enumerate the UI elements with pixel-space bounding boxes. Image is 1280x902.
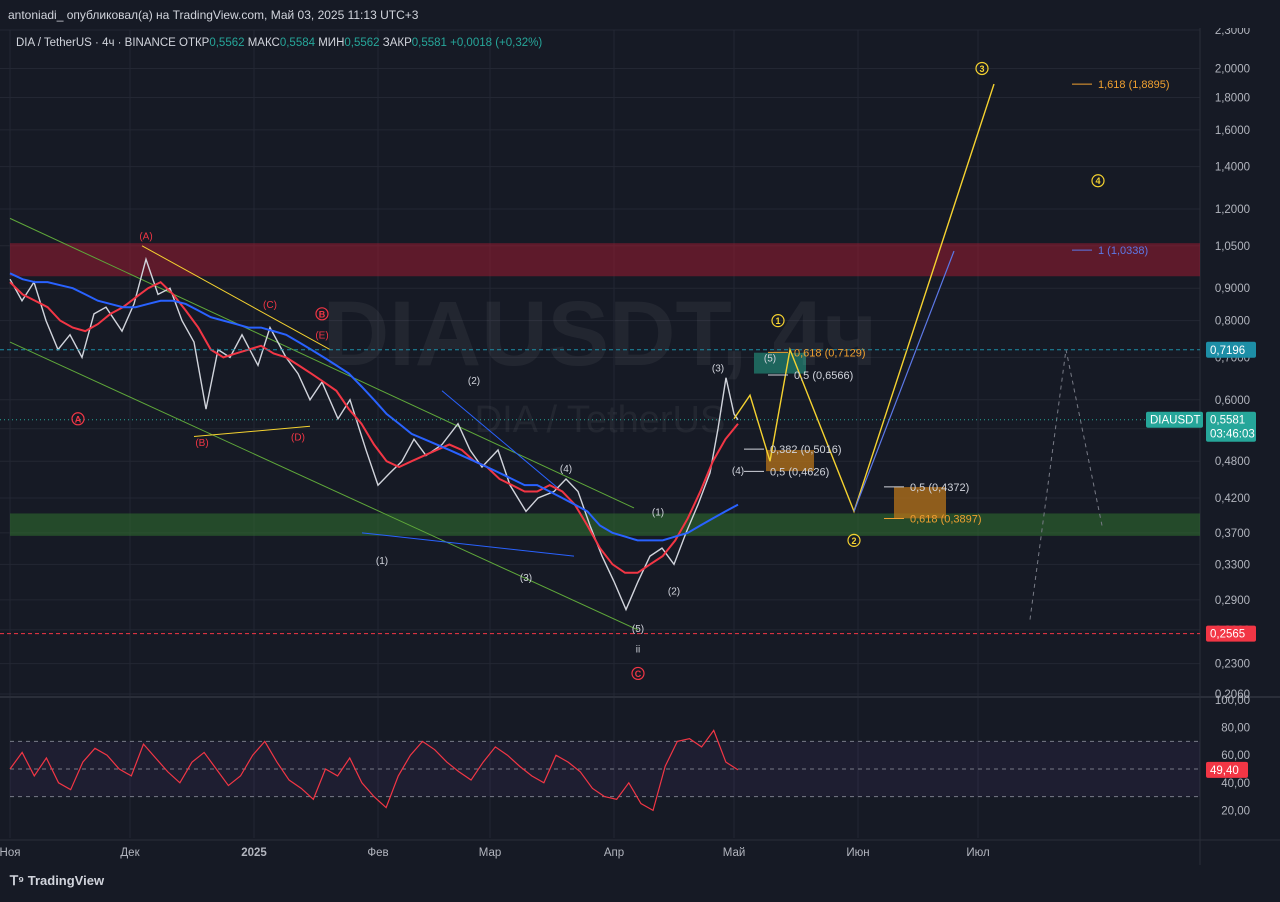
- y-tick-label: 0,3700: [1215, 528, 1250, 540]
- y-tick-label: 0,9000: [1215, 283, 1250, 295]
- wave-label: (3): [712, 363, 724, 374]
- y-tick-label: 1,8000: [1215, 92, 1250, 104]
- y-tick-label: 2,0000: [1215, 63, 1250, 75]
- wave-label: A: [75, 414, 82, 424]
- wave-label: (3): [520, 573, 532, 584]
- countdown-label: 03:46:03: [1210, 429, 1255, 441]
- y-tick-label: 0,6000: [1215, 395, 1250, 407]
- wave-label: B: [319, 309, 326, 319]
- legend-part: 0,5562: [344, 37, 382, 49]
- legend-part: МИН: [318, 37, 344, 49]
- fib-level-label: 0,618 (0,7129): [794, 347, 866, 359]
- legend-part: ОТКР: [179, 37, 210, 49]
- legend-part: +0,0018 (+0,32%): [450, 37, 542, 49]
- x-tick-label: Май: [723, 847, 746, 859]
- wave-label: (4): [732, 466, 744, 477]
- price-chart-svg[interactable]: DIAUSDT, 4чDIA / TetherUS0,618 (0,7129)0…: [0, 0, 1280, 897]
- tradingview-logo[interactable]: ꓔ⁹ TradingView: [10, 873, 104, 889]
- wave-label: 2: [851, 536, 856, 546]
- y-tick-label: 0,4200: [1215, 493, 1250, 505]
- legend-part: DIA / TetherUS · 4ч · BINANCE: [16, 37, 179, 49]
- wave-label: C: [635, 669, 642, 679]
- wave-label: (1): [376, 556, 388, 567]
- x-tick-label: Ноя: [0, 847, 20, 859]
- support-zone: [10, 513, 1200, 536]
- wave-label: (C): [263, 300, 277, 311]
- legend-part: ЗАКР: [383, 37, 412, 49]
- y-tick-label: 1,0500: [1215, 241, 1250, 253]
- y-tick-label: 0,4800: [1215, 456, 1250, 468]
- y-tick-label: 0,8000: [1215, 316, 1250, 328]
- publisher-bar: antoniadi_ опубликовал(а) на TradingView…: [0, 0, 1280, 28]
- wave-label: (A): [139, 232, 152, 243]
- y-tick-label: 1,4000: [1215, 162, 1250, 174]
- y-tick-label: 1,2000: [1215, 204, 1250, 216]
- plot-background: [0, 28, 1280, 865]
- publisher-text: antoniadi_ опубликовал(а) на TradingView…: [8, 8, 419, 22]
- rsi-tick-label: 80,00: [1221, 723, 1250, 735]
- wave-label: (2): [668, 587, 680, 598]
- x-tick-label: Апр: [604, 847, 624, 859]
- rsi-tick-label: 100,00: [1215, 695, 1250, 707]
- fib-level-label: 1,618 (1,8895): [1098, 79, 1170, 91]
- x-tick-label: Мар: [479, 847, 502, 859]
- fib-level-label: 0,382 (0,5016): [770, 444, 842, 456]
- legend-part: 0,5581: [412, 37, 450, 49]
- x-tick-label: Июн: [846, 847, 869, 859]
- wave-label: 1: [775, 316, 780, 326]
- tradingview-icon: ꓔ⁹: [10, 873, 28, 888]
- wave-label: 4: [1095, 176, 1100, 186]
- wave-label: (4): [560, 464, 572, 475]
- rsi-value-label: 49,40: [1210, 765, 1239, 777]
- rsi-tick-label: 20,00: [1221, 805, 1250, 817]
- fib-level-label: 1 (1,0338): [1098, 245, 1148, 257]
- fib-level-label: 0,5 (0,4372): [910, 482, 969, 494]
- x-tick-label: Июл: [966, 847, 989, 859]
- rsi-tick-label: 40,00: [1221, 778, 1250, 790]
- rsi-tick-label: 60,00: [1221, 750, 1250, 762]
- price-tag-label: 0,2565: [1210, 629, 1245, 641]
- x-tick-label: 2025: [241, 847, 267, 859]
- ohlc-legend: DIA / TetherUS · 4ч · BINANCE ОТКР0,5562…: [16, 37, 542, 49]
- x-tick-label: Фев: [367, 847, 388, 859]
- price-tag-label: 0,5581: [1210, 415, 1245, 427]
- wave-label: (5): [764, 353, 776, 364]
- legend-part: 0,5584: [280, 37, 318, 49]
- wave-label: (2): [468, 376, 480, 387]
- wave-label: ii: [636, 645, 640, 656]
- wave-label: (D): [291, 433, 305, 444]
- wave-label: (B): [195, 438, 208, 449]
- y-tick-label: 1,6000: [1215, 125, 1250, 137]
- wave-label: (5): [632, 624, 644, 635]
- fib-level-label: 0,5 (0,4626): [770, 466, 829, 478]
- wave-label: (E): [315, 331, 328, 342]
- legend-part: 0,5562: [209, 37, 247, 49]
- footer: ꓔ⁹ TradingView: [0, 865, 1280, 897]
- x-tick-label: Дек: [120, 847, 140, 859]
- brand-name: TradingView: [27, 873, 105, 888]
- legend-part: МАКС: [248, 37, 280, 49]
- wave-label: 3: [979, 64, 984, 74]
- wave-label: (1): [652, 507, 664, 518]
- chart-area[interactable]: DIAUSDT, 4ч DIA / TetherUS 0,618 (0,7129) 0…: [0, 0, 1280, 897]
- y-tick-label: 0,3300: [1215, 559, 1250, 571]
- fib-level-label: 0,5 (0,6566): [794, 370, 853, 382]
- y-tick-label: 0,2300: [1215, 659, 1250, 671]
- symbol-tag-label: DIAUSDT: [1150, 415, 1200, 427]
- fib-level-label: 0,618 (0,3897): [910, 514, 982, 526]
- price-tag-label: 0,7196: [1210, 345, 1245, 357]
- y-tick-label: 0,2900: [1215, 595, 1250, 607]
